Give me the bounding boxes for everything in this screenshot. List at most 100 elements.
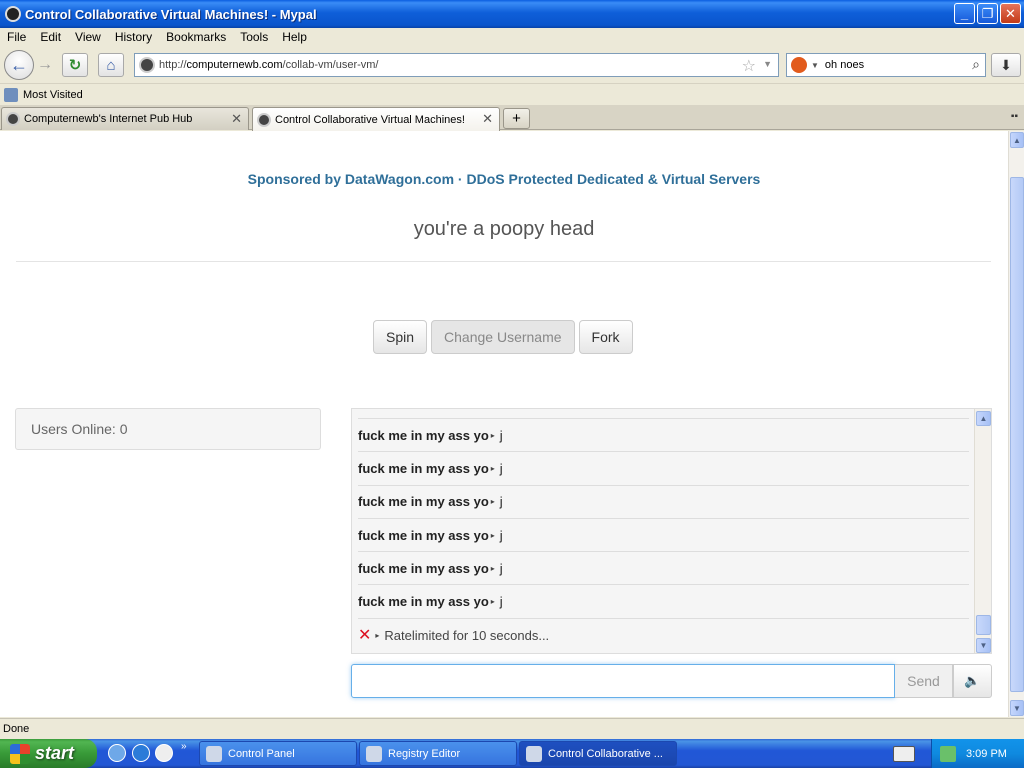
chat-scrollbar[interactable]: ▲ ▼ xyxy=(974,409,991,653)
chat-username: fuck me in my ass yo xyxy=(358,560,489,576)
search-input[interactable]: oh noes xyxy=(825,59,864,71)
vm-button-row: Spin Change Username Fork xyxy=(373,320,633,354)
chat-message: fuck me in my ass yo ▸ j xyxy=(358,452,969,486)
system-tray: 3:09 PM xyxy=(931,739,1024,768)
change-username-button[interactable]: Change Username xyxy=(431,320,575,354)
start-button[interactable]: start xyxy=(0,739,97,768)
url-path: /collab-vm/user-vm/ xyxy=(282,59,379,71)
bookmarks-toolbar: Most Visited xyxy=(0,85,1024,105)
engine-dropdown-icon[interactable]: ▼ xyxy=(811,61,819,70)
windows-taskbar: start » Control Panel Registry Editor Co… xyxy=(0,739,1024,768)
send-button[interactable]: Send xyxy=(895,664,953,698)
window-title: Control Collaborative Virtual Machines! … xyxy=(25,6,317,22)
vm-title: you're a poopy head xyxy=(413,218,595,240)
taskbar-mypal[interactable]: Control Collaborative ... xyxy=(519,741,677,766)
keyboard-icon[interactable] xyxy=(893,746,915,762)
url-dropdown-icon[interactable]: ▼ xyxy=(763,59,772,69)
close-tab-icon[interactable]: ✕ xyxy=(482,111,493,127)
chat-username: fuck me in my ass yo xyxy=(358,527,489,543)
scroll-up-icon[interactable]: ▲ xyxy=(976,411,991,426)
chat-message: fuck me in my ass yo ▸ j xyxy=(358,585,969,619)
taskbar-registry-editor[interactable]: Registry Editor xyxy=(359,741,517,766)
bookmark-star-icon[interactable]: ☆ xyxy=(742,56,756,76)
task-label: Registry Editor xyxy=(388,747,461,760)
sponsor-link[interactable]: Sponsored by DataWagon.com · DDoS Protec… xyxy=(0,171,1008,187)
page-content: Sponsored by DataWagon.com · DDoS Protec… xyxy=(0,131,1008,717)
new-tab-button[interactable]: + xyxy=(503,108,530,129)
scroll-up-icon[interactable]: ▲ xyxy=(1010,132,1024,148)
network-icon[interactable] xyxy=(940,745,956,762)
tab-pub-hub[interactable]: Computernewb's Internet Pub Hub ✕ xyxy=(1,107,249,130)
chat-text: j xyxy=(499,527,503,543)
home-button[interactable]: ⌂ xyxy=(98,53,124,77)
plus-icon: + xyxy=(512,110,521,127)
menu-edit[interactable]: Edit xyxy=(33,30,68,44)
chat-scroll-thumb[interactable] xyxy=(976,615,991,635)
back-arrow-icon: ← xyxy=(10,54,28,75)
status-bar: Done xyxy=(0,718,1024,739)
scroll-down-icon[interactable]: ▼ xyxy=(976,638,991,653)
close-tab-icon[interactable]: ✕ xyxy=(231,111,242,127)
menu-help[interactable]: Help xyxy=(275,30,314,44)
mypal-app-icon[interactable] xyxy=(5,6,21,22)
search-bar[interactable]: ▼ oh noes ⌕ xyxy=(786,53,986,77)
users-online-count: Users Online: 0 xyxy=(31,421,128,437)
list-all-tabs-icon[interactable]: ▪▪ xyxy=(1011,111,1018,122)
chat-arrow-icon: ▸ xyxy=(490,430,495,440)
most-visited-bookmark[interactable]: Most Visited xyxy=(23,89,83,101)
search-icon[interactable]: ⌕ xyxy=(972,56,980,73)
chat-arrow-icon: ▸ xyxy=(490,530,495,540)
chat-input[interactable] xyxy=(351,664,895,698)
chat-message-list: fuck me in my ass yo ▸ j fuck me in my ass… xyxy=(352,409,975,652)
chat-text: j xyxy=(499,494,503,510)
maximize-button[interactable]: ❐ xyxy=(977,3,998,24)
menu-history[interactable]: History xyxy=(108,30,159,44)
show-desktop-icon[interactable] xyxy=(108,744,126,762)
minimize-button[interactable]: _ xyxy=(954,3,975,24)
chat-arrow-icon: ▸ xyxy=(490,597,495,607)
chat-text: j xyxy=(499,594,503,610)
task-label: Control Collaborative ... xyxy=(548,747,663,760)
windows-logo-icon xyxy=(10,743,30,764)
menu-tools[interactable]: Tools xyxy=(233,30,275,44)
menu-file[interactable]: File xyxy=(0,30,33,44)
media-player-icon[interactable] xyxy=(155,744,173,762)
internet-explorer-icon[interactable] xyxy=(132,744,150,762)
forward-arrow-icon: → xyxy=(37,56,53,73)
chat-username: fuck me in my ass yo xyxy=(358,594,489,610)
chat-text: j xyxy=(499,460,503,476)
menu-bookmarks[interactable]: Bookmarks xyxy=(159,30,233,44)
back-button[interactable]: ← xyxy=(4,50,34,80)
page-scroll-thumb[interactable] xyxy=(1010,177,1024,692)
fork-button[interactable]: Fork xyxy=(578,320,633,354)
spin-button[interactable]: Spin xyxy=(373,320,428,354)
navigation-toolbar: ← → ↻ ⌂ http://computernewb.com/collab-v… xyxy=(0,46,1024,84)
url-text: http://computernewb.com/collab-vm/user-v… xyxy=(159,59,379,71)
volume-button[interactable]: 🔈 xyxy=(953,664,992,698)
chat-error-text: Ratelimited for 10 seconds... xyxy=(384,627,550,643)
tab-collab-vm[interactable]: Control Collaborative Virtual Machines! … xyxy=(252,107,500,131)
mypal-icon xyxy=(526,745,542,762)
forward-button[interactable]: → xyxy=(35,55,55,75)
url-bar[interactable]: http://computernewb.com/collab-vm/user-v… xyxy=(134,53,779,77)
scroll-down-icon[interactable]: ▼ xyxy=(1010,700,1024,716)
quick-launch-more-icon[interactable]: » xyxy=(181,741,187,752)
clock[interactable]: 3:09 PM xyxy=(966,748,1007,760)
chat-username: fuck me in my ass yo xyxy=(358,494,489,510)
search-engine-icon[interactable] xyxy=(791,57,807,73)
downloads-button[interactable]: ⬇ xyxy=(991,53,1021,77)
chat-panel: fuck me in my ass yo ▸ j fuck me in my ass… xyxy=(351,408,992,654)
page-scrollbar[interactable]: ▲ ▼ xyxy=(1008,131,1024,717)
menu-view[interactable]: View xyxy=(68,30,108,44)
chat-message: fuck me in my ass yo ▸ j xyxy=(358,519,969,553)
taskbar-control-panel[interactable]: Control Panel xyxy=(199,741,357,766)
close-window-button[interactable]: ✕ xyxy=(1000,3,1021,24)
chat-error-message: ✕ ▸ Ratelimited for 10 seconds... xyxy=(358,619,969,652)
chat-text: j xyxy=(499,560,503,576)
download-arrow-icon: ⬇ xyxy=(1000,56,1012,73)
menu-bar: File Edit View History Bookmarks Tools H… xyxy=(0,28,1024,46)
error-x-icon: ✕ xyxy=(358,627,372,645)
url-host: computernewb.com xyxy=(186,59,283,71)
reload-button[interactable]: ↻ xyxy=(62,53,88,77)
site-identity-icon[interactable] xyxy=(139,57,155,73)
